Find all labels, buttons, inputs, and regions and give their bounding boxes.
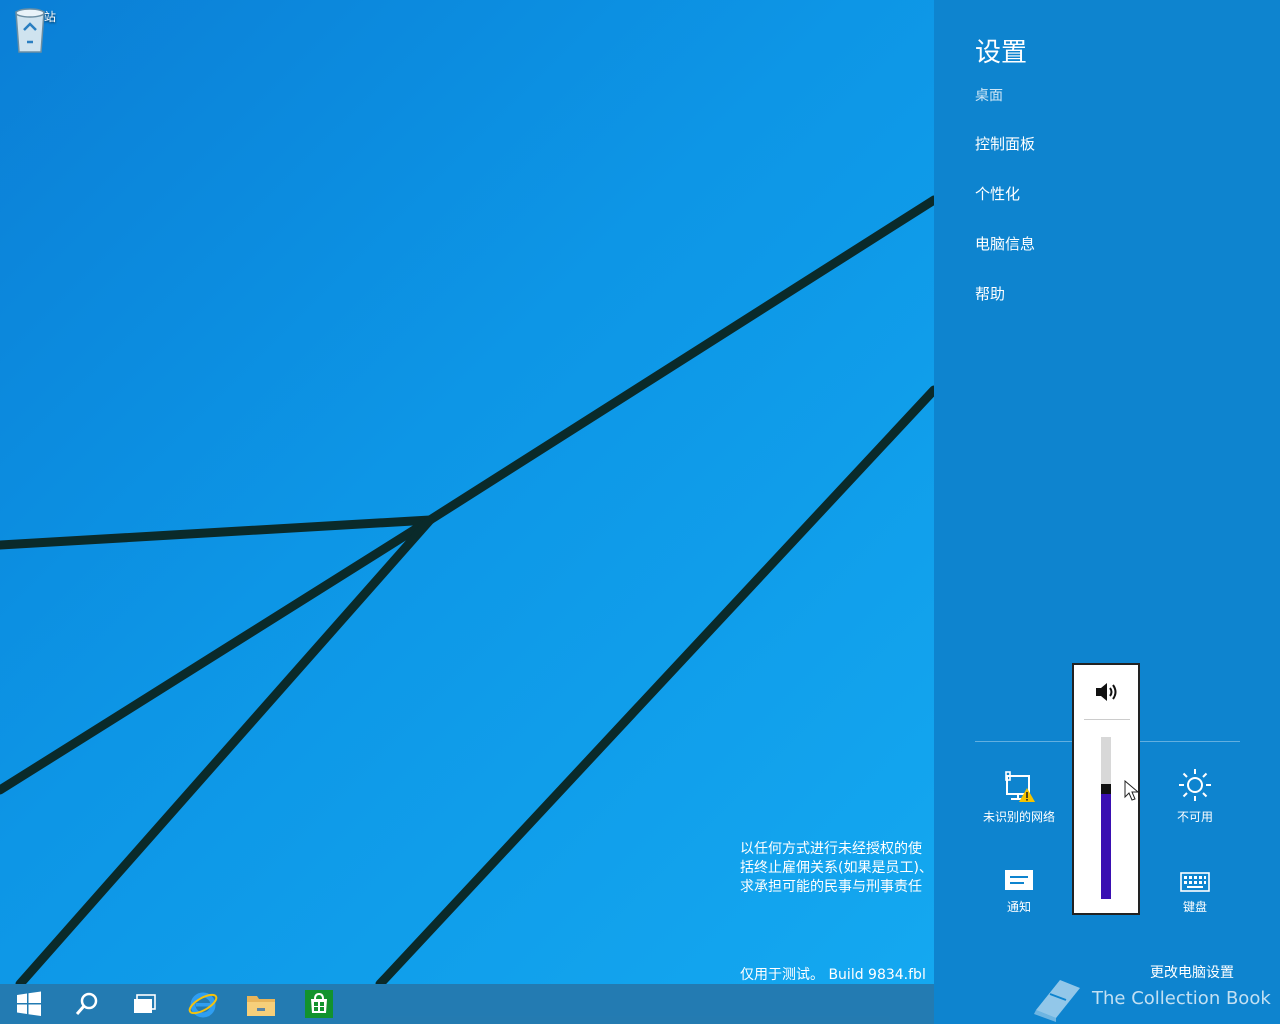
notifications-tile[interactable]: 通知 <box>974 860 1064 915</box>
notifications-icon <box>1005 870 1033 890</box>
volume-slider-fill <box>1101 792 1111 899</box>
search-icon <box>75 992 98 1015</box>
internet-explorer-button[interactable] <box>174 984 232 1024</box>
charm-title: 设置 <box>975 38 1028 68</box>
menu-item-personalization[interactable]: 个性化 <box>975 186 1035 236</box>
volume-slider-thumb[interactable] <box>1101 784 1111 794</box>
notifications-label: 通知 <box>1006 900 1031 914</box>
task-view-button[interactable] <box>116 984 174 1024</box>
build-text: 仅用于测试。 Build 9834.fbl <box>740 967 926 983</box>
license-watermark: 以任何方式进行未经授权的使 括终止雇佣关系(如果是员工)、 求承担可能的民事与刑… <box>740 840 934 897</box>
store-button[interactable] <box>290 984 348 1024</box>
collection-book-text: The Collection Book <box>1092 987 1271 1009</box>
start-icon <box>17 991 41 1016</box>
volume-slider[interactable] <box>1101 737 1111 899</box>
keyboard-tile[interactable]: 键盘 <box>1150 860 1240 915</box>
wallpaper <box>0 195 934 984</box>
network-warning-icon <box>1005 771 1035 802</box>
file-explorer-icon <box>247 996 275 1016</box>
store-icon <box>305 990 333 1018</box>
desktop[interactable]: 回收站 以任何方式进行未经授权的使 括终止雇佣关系(如果是员工)、 求承担可能的… <box>0 0 934 984</box>
file-explorer-button[interactable] <box>232 984 290 1024</box>
speaker-icon[interactable] <box>1094 681 1120 703</box>
brightness-label: 不可用 <box>1176 810 1213 824</box>
book-logo-icon <box>1034 980 1080 1022</box>
network-tile[interactable]: 未识别的网络 <box>974 770 1064 825</box>
recycle-bin[interactable]: 回收站 <box>10 6 66 53</box>
brightness-icon <box>1179 769 1211 801</box>
start-button[interactable] <box>0 984 58 1024</box>
charm-subtitle: 桌面 <box>975 88 1003 104</box>
internet-explorer-icon <box>188 992 218 1018</box>
volume-separator <box>1084 719 1130 720</box>
network-label: 未识别的网络 <box>982 810 1055 824</box>
search-button[interactable] <box>58 984 116 1024</box>
task-view-icon <box>134 994 156 1013</box>
watermark-line: 求承担可能的民事与刑事责任 <box>740 879 922 895</box>
watermark-line: 括终止雇佣关系(如果是员工)、 <box>740 860 933 876</box>
keyboard-label: 键盘 <box>1182 900 1207 914</box>
watermark-line: 以任何方式进行未经授权的使 <box>740 841 922 857</box>
menu-item-control-panel[interactable]: 控制面板 <box>975 136 1035 186</box>
recycle-bin-icon <box>15 8 45 53</box>
mouse-cursor-icon <box>1124 780 1140 801</box>
menu-item-pc-info[interactable]: 电脑信息 <box>975 236 1035 286</box>
collection-book-watermark: The Collection Book <box>1030 974 1271 1022</box>
taskbar <box>0 984 934 1024</box>
keyboard-icon <box>1180 872 1210 892</box>
brightness-tile[interactable]: 不可用 <box>1150 769 1240 825</box>
charm-menu: 控制面板 个性化 电脑信息 帮助 <box>975 136 1035 336</box>
menu-item-help[interactable]: 帮助 <box>975 286 1035 336</box>
